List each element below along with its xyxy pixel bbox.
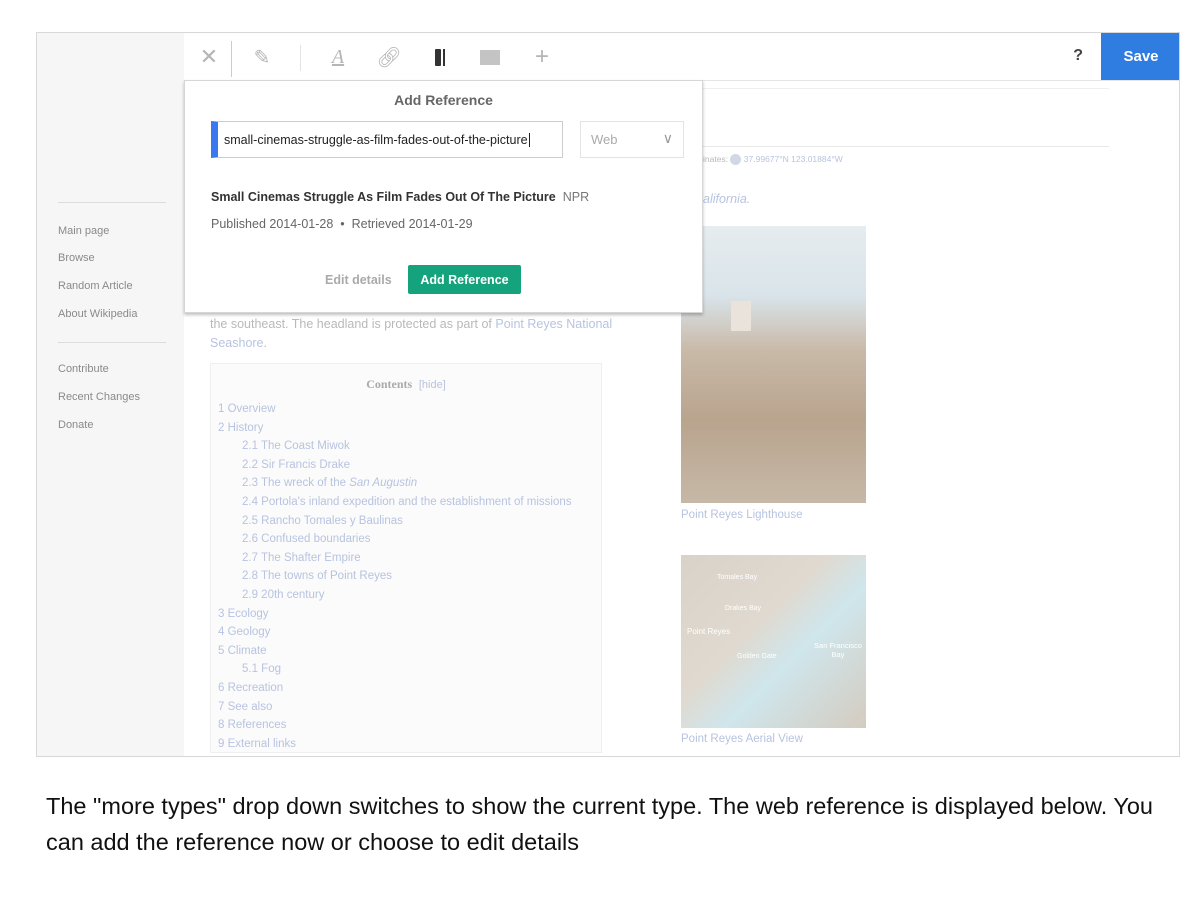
divider	[231, 41, 232, 77]
article-paragraph: Seashore.	[210, 336, 267, 350]
map-label: Point Reyes	[687, 627, 731, 636]
toc-item[interactable]: 9 External links	[218, 738, 296, 750]
dialog-title: Add Reference	[394, 92, 493, 108]
coordinates: inates: 37.99677°N 123.01884°W	[703, 154, 843, 166]
toc-item[interactable]: 2.2 Sir Francis Drake	[242, 459, 350, 471]
divider	[300, 45, 301, 71]
url-value: small-cinemas-struggle-as-film-fades-out…	[224, 133, 528, 147]
toc-item[interactable]: 1 Overview	[218, 403, 276, 415]
insert-media-icon[interactable]	[478, 45, 502, 69]
coordinates-label: inates:	[703, 154, 729, 164]
reference-dates: Published 2014-01-28 • Retrieved 2014-01…	[211, 217, 473, 231]
reference-source: NPR	[562, 190, 590, 204]
sidebar-item-contribute[interactable]: Contribute	[58, 363, 109, 375]
toc-item[interactable]: 5.1 Fog	[242, 663, 281, 675]
add-reference-dialog: Add Reference small-cinemas-struggle-as-…	[184, 80, 703, 313]
lighthouse-photo[interactable]	[681, 226, 866, 503]
reference-url-input[interactable]: small-cinemas-struggle-as-film-fades-out…	[211, 121, 563, 158]
article-text: alifornia.	[703, 192, 751, 206]
toc-item[interactable]: 2.9 20th century	[242, 589, 324, 601]
toc-item[interactable]: 7 See also	[218, 701, 272, 713]
sidebar-item-donate[interactable]: Donate	[58, 419, 93, 431]
map-label: Tomales Bay	[717, 574, 758, 581]
reference-type-dropdown[interactable]: Web ∨	[580, 121, 684, 158]
sidebar-item-about[interactable]: About Wikipedia	[58, 308, 138, 320]
toc-item[interactable]: 2.8 The towns of Point Reyes	[242, 570, 392, 582]
toc-item[interactable]: 2 History	[218, 422, 263, 434]
divider	[703, 88, 1109, 89]
toc-item[interactable]: 2.4 Portola's inland expedition and the …	[242, 496, 572, 508]
coordinates-link[interactable]: 37.99677°N 123.01884°W	[744, 154, 843, 164]
slide-caption: The "more types" drop down switches to s…	[46, 793, 1154, 855]
link-icon[interactable]: 🔗︎	[376, 45, 401, 69]
selected-type: Web	[591, 132, 618, 147]
toc-item[interactable]: 4 Geology	[218, 626, 270, 638]
lighthouse-shape	[731, 301, 751, 331]
add-reference-button[interactable]: Add Reference	[408, 265, 521, 294]
globe-icon	[730, 154, 742, 166]
toc-item[interactable]: 2.6 Confused boundaries	[242, 533, 371, 545]
divider	[58, 202, 166, 203]
map-label: San Francisco Bay	[814, 641, 862, 659]
aerial-map[interactable]: Tomales Bay Drakes Bay Point Reyes Golde…	[681, 555, 866, 728]
divider	[58, 342, 166, 343]
divider	[703, 146, 1109, 147]
table-of-contents: Contents [hide] 1 Overview 2 History 2.1 T…	[210, 363, 602, 753]
toc-item[interactable]: 3 Ecology	[218, 608, 269, 620]
text: the southeast. The headland is protected…	[210, 317, 496, 331]
sidebar: Main page Browse Random Article About Wi…	[37, 33, 184, 756]
retrieved-date: Retrieved 2014-01-29	[351, 217, 473, 231]
editor-window: Main page Browse Random Article About Wi…	[36, 32, 1180, 757]
save-button[interactable]: Save	[1101, 33, 1179, 80]
toc-item[interactable]: 2.1 The Coast Miwok	[242, 440, 350, 452]
photo-caption: Point Reyes Lighthouse	[681, 509, 803, 521]
close-icon[interactable]: ✕	[197, 44, 221, 69]
published-date: Published 2014-01-28	[211, 217, 334, 231]
toc-item[interactable]: 2.3 The wreck of the San Augustin	[242, 477, 417, 489]
article-paragraph: the southeast. The headland is protected…	[210, 317, 612, 331]
article-link[interactable]: Seashore	[210, 336, 264, 350]
map-label: Drakes Bay	[725, 605, 762, 612]
chevron-down-icon: ∨	[662, 130, 673, 146]
sidebar-item-main-page[interactable]: Main page	[58, 225, 109, 237]
help-button[interactable]: ?	[1073, 47, 1083, 65]
sidebar-item-random-article[interactable]: Random Article	[58, 280, 133, 292]
toc-title: Contents	[366, 377, 413, 391]
toc-item[interactable]: 6 Recreation	[218, 682, 283, 694]
toc-item[interactable]: 8 References	[218, 719, 286, 731]
text: .	[263, 336, 267, 350]
insert-more-icon[interactable]: +	[530, 43, 554, 70]
toc-header: Contents [hide]	[211, 377, 601, 392]
map-label: Golden Gate	[737, 653, 777, 660]
sidebar-item-recent-changes[interactable]: Recent Changes	[58, 391, 140, 403]
toc-item[interactable]: 5 Climate	[218, 645, 267, 657]
cite-icon[interactable]	[428, 45, 452, 69]
edit-details-button[interactable]: Edit details	[325, 273, 392, 287]
toc-item[interactable]: 2.7 The Shafter Empire	[242, 552, 361, 564]
reference-preview-title: Small Cinemas Struggle As Film Fades Out…	[211, 190, 589, 204]
edit-preview-icon[interactable]: ✎	[250, 45, 274, 69]
toc-hide-link[interactable]: [hide]	[419, 379, 446, 391]
editor-toolbar: ✕ ✎ A 🔗︎ + ? Save	[184, 33, 1179, 82]
text-cursor	[528, 133, 530, 147]
text-style-icon[interactable]: A	[326, 45, 350, 69]
article-link[interactable]: Point Reyes National	[495, 317, 612, 331]
toc-item[interactable]: 2.5 Rancho Tomales y Baulinas	[242, 515, 403, 527]
map-caption: Point Reyes Aerial View	[681, 733, 803, 745]
reference-title: Small Cinemas Struggle As Film Fades Out…	[211, 190, 556, 204]
sidebar-item-browse[interactable]: Browse	[58, 252, 95, 264]
